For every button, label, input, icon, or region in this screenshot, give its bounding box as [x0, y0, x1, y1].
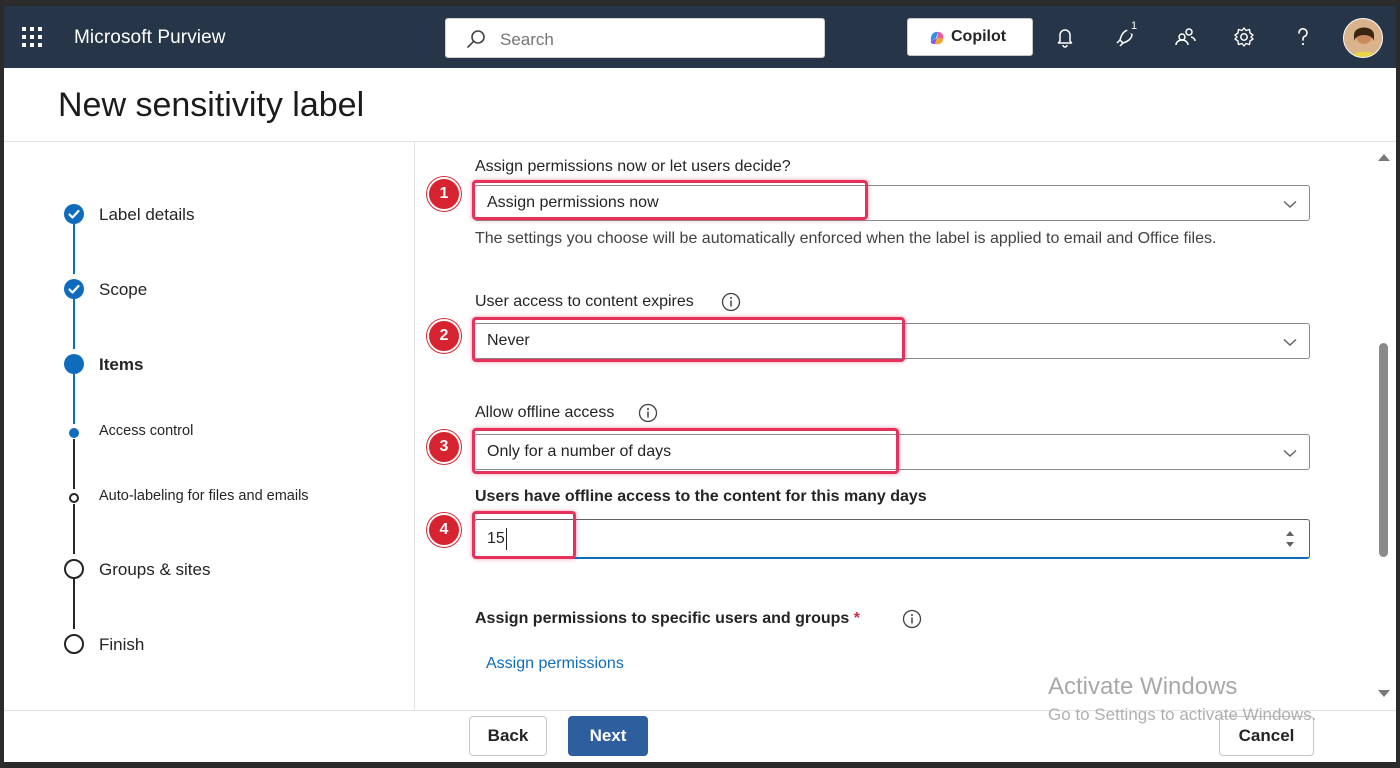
- bell-icon[interactable]: [1052, 24, 1078, 50]
- help-icon[interactable]: [1290, 24, 1316, 50]
- page-title: New sensitivity label: [58, 86, 365, 124]
- step-label-details[interactable]: Label details: [99, 205, 194, 225]
- back-button[interactable]: Back: [469, 716, 547, 756]
- step-marker-3: 3: [427, 430, 461, 464]
- step-connector: [73, 504, 75, 554]
- required-mark: *: [853, 610, 861, 627]
- offline-days-input[interactable]: 15: [474, 519, 1310, 559]
- step-pending-icon: [64, 559, 84, 579]
- spin-buttons-icon[interactable]: [1283, 528, 1297, 550]
- chevron-down-icon: [1283, 449, 1297, 457]
- scroll-up-arrow-icon[interactable]: [1378, 154, 1390, 161]
- assign-helper-text: The settings you choose will be automati…: [475, 230, 1217, 247]
- step-label-groups-sites[interactable]: Groups & sites: [99, 560, 211, 580]
- wizard-stepper: Label details Scope Items Access control…: [4, 142, 415, 710]
- top-bar: Microsoft Purview Copilot 1: [4, 6, 1396, 68]
- avatar[interactable]: [1343, 18, 1383, 58]
- step-connector: [73, 299, 75, 349]
- gear-icon[interactable]: [1231, 24, 1257, 50]
- offline-days-label: Users have offline access to the content…: [475, 488, 927, 505]
- info-icon[interactable]: [721, 292, 741, 312]
- step-pending-icon: [64, 634, 84, 654]
- info-icon[interactable]: [902, 609, 922, 629]
- step-label-items[interactable]: Items: [99, 355, 143, 375]
- step-label-finish[interactable]: Finish: [99, 635, 144, 655]
- chevron-down-icon: [1283, 200, 1297, 208]
- expiry-label: User access to content expires: [475, 293, 694, 310]
- next-button[interactable]: Next: [568, 716, 648, 756]
- step-complete-icon: [64, 279, 84, 299]
- substep-current-dot: [69, 428, 79, 438]
- search-icon: [467, 30, 485, 48]
- step-current-icon: [64, 354, 84, 374]
- copilot-icon: [930, 31, 944, 45]
- step-label-scope[interactable]: Scope: [99, 280, 147, 300]
- highlight-box: [472, 180, 868, 220]
- app-window: Microsoft Purview Copilot 1: [4, 6, 1396, 762]
- step-complete-icon: [64, 204, 84, 224]
- step-marker-2: 2: [427, 319, 461, 353]
- activate-windows-subtitle: Go to Settings to activate Windows.: [1048, 705, 1317, 724]
- chevron-down-icon: [1283, 338, 1297, 346]
- search-input[interactable]: [500, 30, 800, 50]
- step-marker-4: 4: [427, 513, 461, 547]
- people-icon[interactable]: [1172, 24, 1198, 50]
- copilot-label: Copilot: [951, 28, 1007, 45]
- scrollbar-thumb[interactable]: [1379, 343, 1388, 557]
- app-title[interactable]: Microsoft Purview: [74, 27, 226, 49]
- form-panel: Assign permissions now or let users deci…: [416, 142, 1376, 710]
- scroll-down-arrow-icon[interactable]: [1378, 690, 1390, 697]
- specific-permissions-text: Assign permissions to specific users and…: [475, 610, 850, 627]
- highlight-box: [472, 428, 899, 474]
- info-icon[interactable]: [638, 403, 658, 423]
- highlight-box: [472, 317, 905, 362]
- activate-windows-title: Activate Windows: [1048, 673, 1238, 700]
- search-box[interactable]: [445, 18, 825, 58]
- highlight-box: [472, 511, 576, 559]
- substep-auto-labeling[interactable]: Auto-labeling for files and emails: [99, 488, 309, 504]
- assign-permissions-link[interactable]: Assign permissions: [486, 655, 624, 673]
- step-connector: [73, 374, 75, 424]
- specific-permissions-label: Assign permissions to specific users and…: [475, 610, 860, 628]
- substep-pending-dot: [69, 493, 79, 503]
- step-connector: [73, 224, 75, 274]
- step-connector: [73, 579, 75, 629]
- notification-badge: 1: [1126, 18, 1142, 34]
- waffle-icon[interactable]: [22, 27, 44, 49]
- step-connector: [73, 439, 75, 489]
- offline-access-label: Allow offline access: [475, 404, 615, 421]
- step-marker-1: 1: [427, 177, 461, 211]
- copilot-button[interactable]: Copilot: [907, 18, 1033, 56]
- assign-question-label: Assign permissions now or let users deci…: [475, 158, 791, 175]
- substep-access-control[interactable]: Access control: [99, 423, 193, 439]
